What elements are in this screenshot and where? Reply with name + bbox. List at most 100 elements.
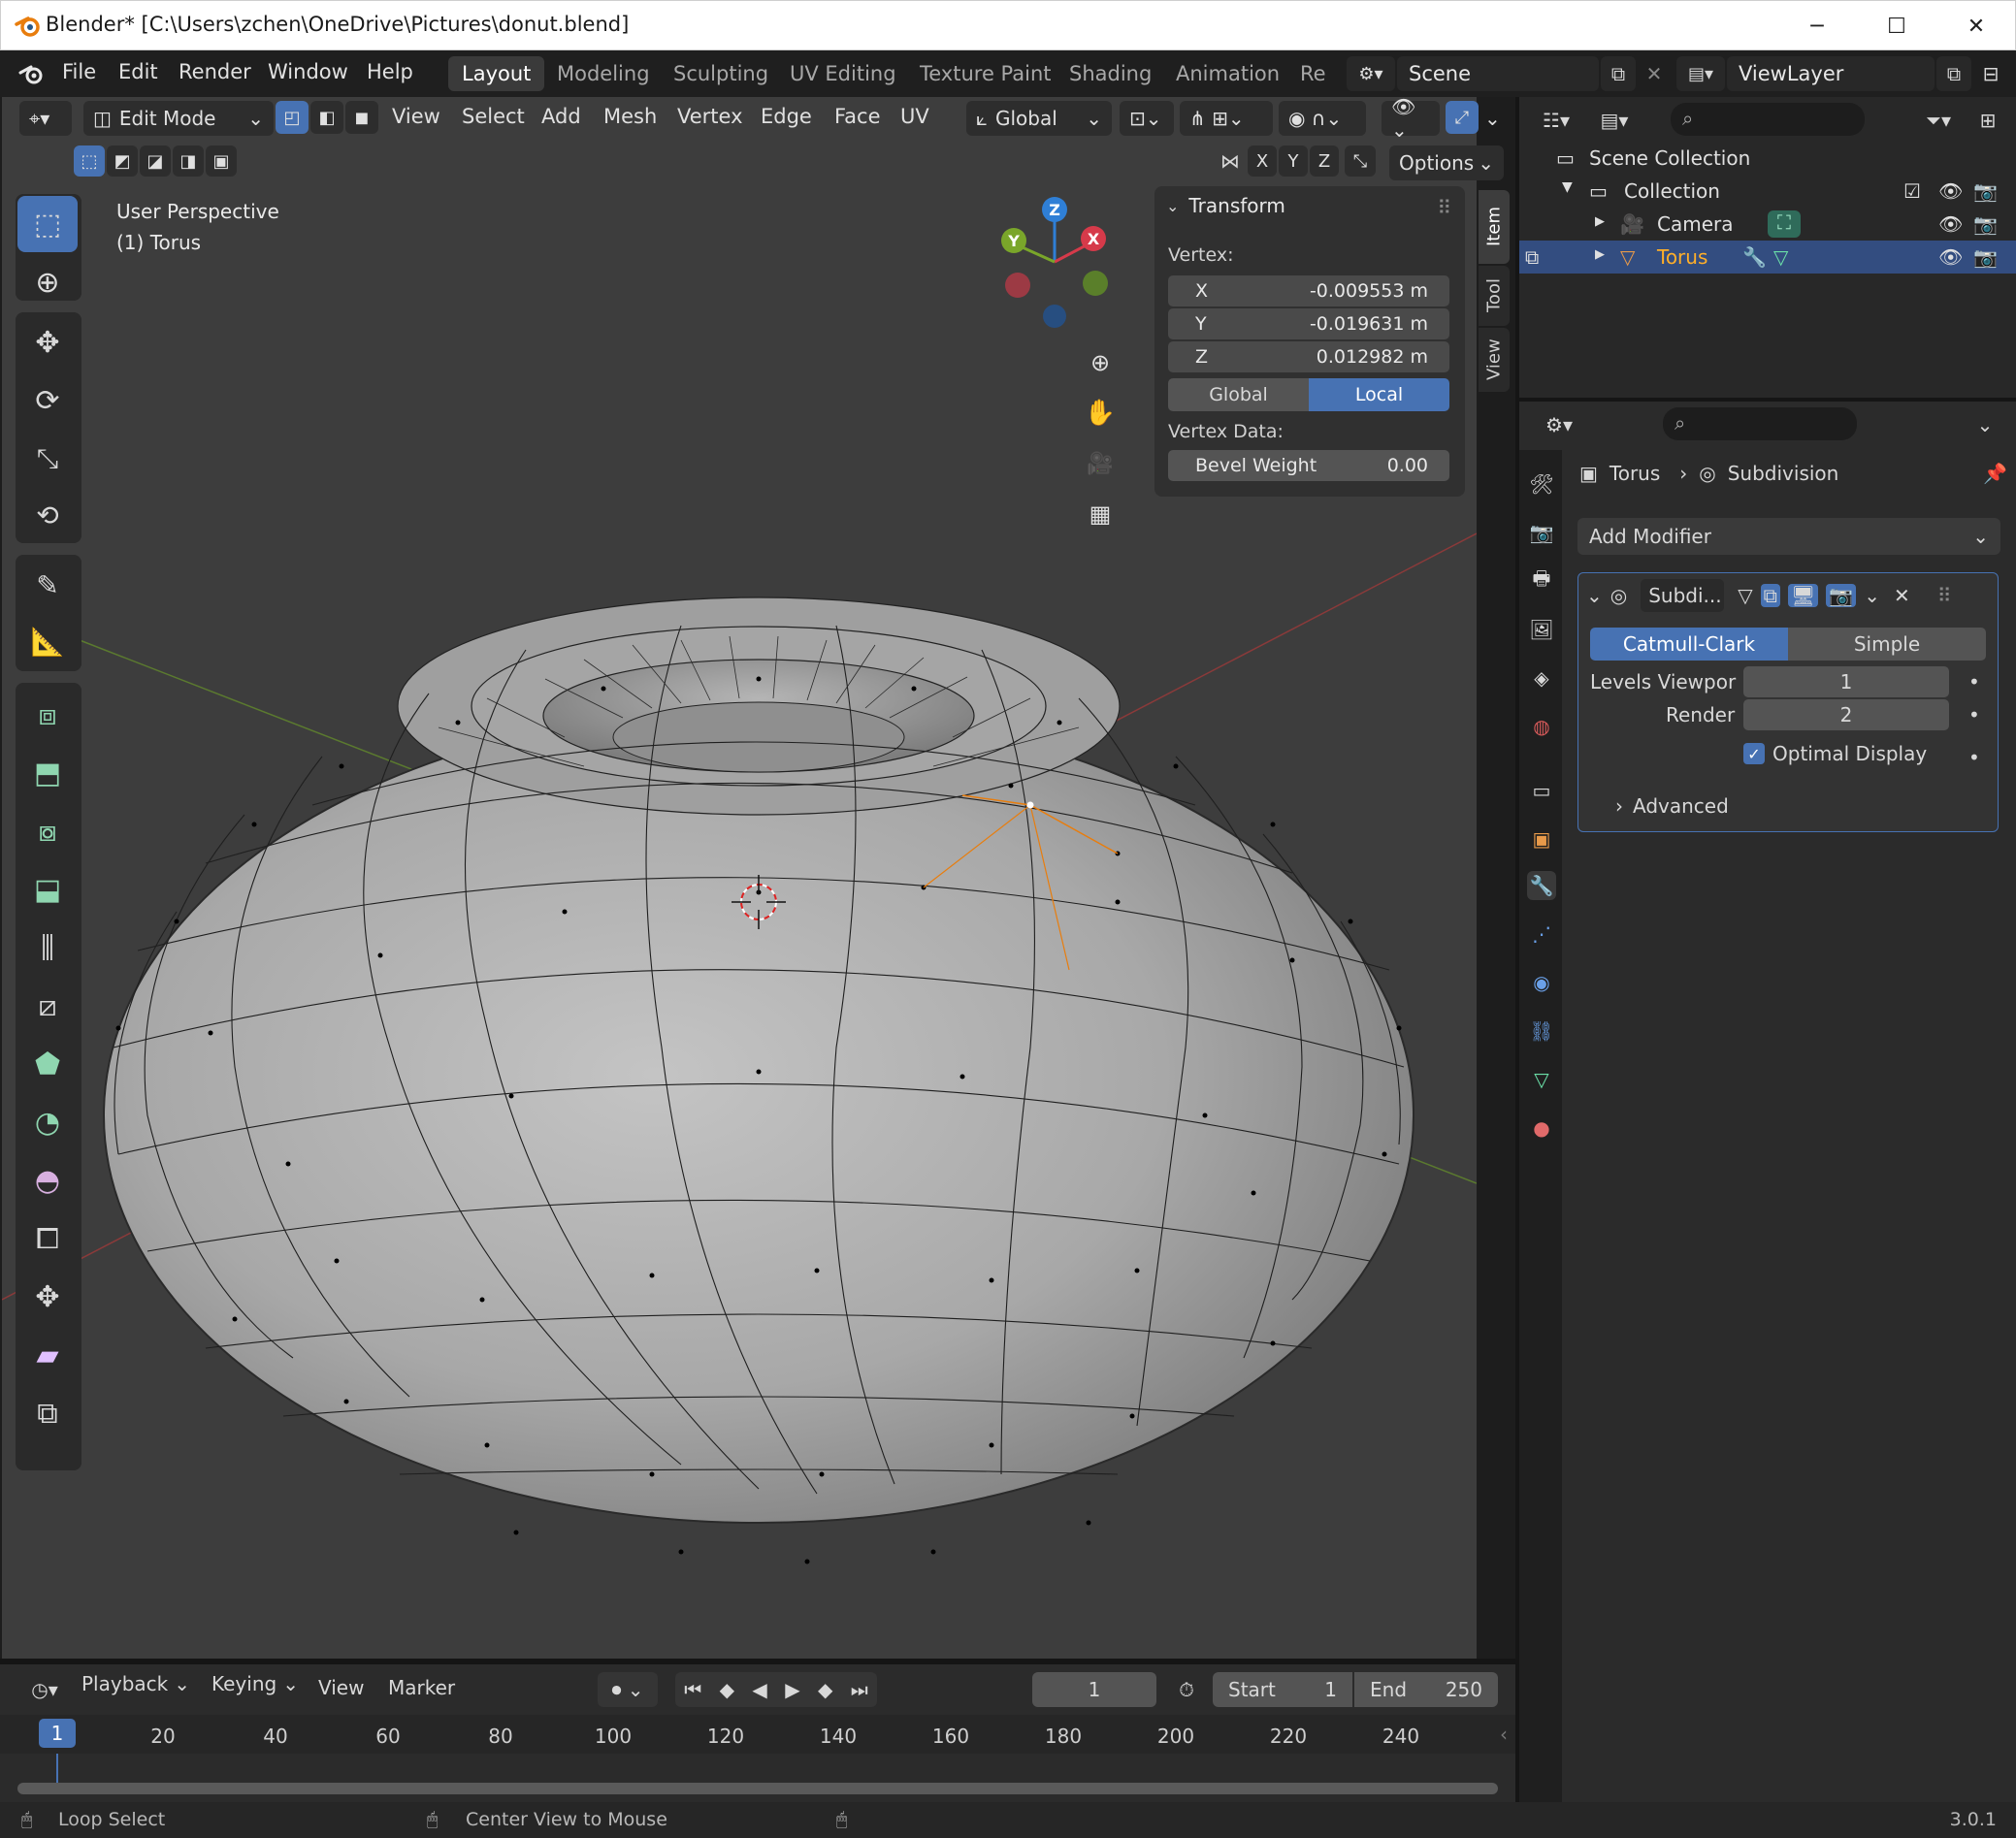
edge-select-mode-button[interactable]: ◧ (310, 101, 343, 134)
proportional-editing-controls[interactable]: ◉ ∩⌄ (1279, 101, 1366, 136)
expand-arrow-icon[interactable]: ▶ (1595, 247, 1605, 262)
tool-add-cube[interactable]: ⧈ (17, 687, 78, 743)
mirror-z-toggle[interactable]: Z (1310, 145, 1339, 177)
pin-icon[interactable]: 📌 (1983, 462, 2007, 485)
remove-view-layer-button[interactable]: ⊟ (1973, 56, 2008, 91)
simple-button[interactable]: Simple (1788, 628, 1986, 661)
outliner-editor-type-button[interactable]: ☷▾ (1531, 103, 1581, 138)
view-layer-selector-button[interactable]: ▤▾ (1676, 56, 1725, 91)
tool-select-box[interactable]: ⬚ (17, 196, 78, 252)
transform-orientation-selector[interactable]: ⟀ Global ⌄ (966, 101, 1112, 136)
tab-render-properties[interactable]: 📷 (1527, 518, 1556, 547)
keyframe-dot-icon[interactable]: • (1968, 703, 1980, 726)
tab-tool[interactable]: Tool (1479, 266, 1510, 326)
play-icon[interactable]: ▶ (785, 1678, 799, 1701)
eye-icon[interactable]: 👁 (1938, 245, 1963, 269)
levels-viewport-field[interactable]: 1 (1743, 666, 1949, 697)
face-select-mode-button[interactable]: ◼ (345, 101, 378, 134)
menu-view[interactable]: View (392, 105, 440, 128)
render-levels-field[interactable]: 2 (1743, 699, 1949, 730)
tool-measure[interactable]: 📐 (17, 613, 78, 669)
menu-face[interactable]: Face (834, 105, 881, 128)
timeline-scrollbar[interactable] (17, 1783, 1498, 1794)
playhead-frame[interactable]: 1 (39, 1719, 76, 1748)
tab-layout[interactable]: Layout (448, 56, 545, 91)
bevel-weight-field[interactable]: Bevel Weight 0.00 (1168, 450, 1449, 481)
chevron-down-icon[interactable]: ⌄ (1864, 584, 1880, 607)
transform-panel-header[interactable]: ⌄ Transform (1166, 194, 1285, 217)
properties-options-button[interactable]: ⌄ (1967, 407, 2002, 442)
marker-menu[interactable]: Marker (388, 1676, 455, 1699)
drag-handle-icon[interactable]: ⠿ (1937, 584, 1952, 607)
prev-keyframe-icon[interactable]: ◆ (720, 1678, 734, 1701)
tool-bevel[interactable]: ⬓ (17, 861, 78, 918)
tool-rip-region[interactable]: ⧉ (17, 1385, 78, 1441)
render-display-icon[interactable]: 📷 (1826, 584, 1857, 607)
tab-collection-properties[interactable]: ▭ (1527, 776, 1556, 805)
modifier-wrench-icon[interactable]: 🔧 (1742, 245, 1767, 269)
tab-object-properties[interactable]: ▣ (1527, 824, 1556, 854)
filter-button[interactable]: ⏷▾ (1913, 103, 1964, 138)
pivot-point-selector[interactable]: ⊡⌄ (1120, 101, 1174, 136)
new-view-layer-button[interactable]: ⧉ (1936, 56, 1971, 91)
outliner-search-input[interactable]: ⌕ (1671, 103, 1865, 136)
tool-scale[interactable]: ⤡ (17, 431, 78, 487)
start-frame-field[interactable]: Start 1 (1213, 1672, 1352, 1707)
tab-particles-properties[interactable]: ⋰ (1527, 919, 1556, 949)
tool-shrink-fatten[interactable]: ✥ (17, 1269, 78, 1325)
mode-selector[interactable]: ◫ Edit Mode ⌄ (83, 101, 274, 136)
tool-spin[interactable]: ◔ (17, 1094, 78, 1150)
mesh-data-icon[interactable]: ▽ (1773, 245, 1788, 269)
tab-uv-editing[interactable]: UV Editing (776, 56, 910, 91)
mirror-x-toggle[interactable]: X (1248, 145, 1277, 177)
keyframe-dot-icon[interactable]: • (1968, 670, 1980, 693)
menu-help[interactable]: Help (367, 60, 413, 83)
properties-search-input[interactable]: ⌕ (1663, 407, 1857, 440)
timeline-view-menu[interactable]: View (318, 1676, 364, 1699)
playback-menu[interactable]: Playback ⌄ (81, 1672, 190, 1695)
delete-scene-button[interactable]: ✕ (1638, 56, 1671, 91)
tab-modifier-properties[interactable]: 🔧 (1527, 871, 1556, 900)
modifier-name-field[interactable]: Subdi... (1641, 579, 1725, 612)
editor-type-button[interactable]: ⌖▾ (19, 101, 72, 136)
menu-select[interactable]: Select (462, 105, 525, 128)
outliner-row-scene-collection[interactable]: ▭ Scene Collection (1519, 142, 2016, 175)
collapse-chevron-icon[interactable]: ⌄ (1586, 584, 1603, 607)
vertex-y-field[interactable]: Y -0.019631 m (1168, 308, 1449, 339)
outliner-row-torus[interactable]: ⧉ ▶ ▽ Torus 🔧 ▽ 👁 📷 (1519, 241, 2016, 274)
camera-view-button[interactable]: 🎥 (1079, 442, 1122, 485)
use-preview-range-button[interactable]: ⏱ (1164, 1672, 1209, 1707)
render-camera-icon[interactable]: 📷 (1973, 179, 1998, 203)
frame-ruler[interactable]: 1 20 40 60 80 100 120 140 160 180 200 22… (0, 1715, 1515, 1754)
select-extend-button[interactable]: ◩ (107, 145, 138, 177)
tab-constraints-properties[interactable]: ⛓ (1527, 1016, 1556, 1046)
vertex-z-field[interactable]: Z 0.012982 m (1168, 341, 1449, 372)
tab-sculpting[interactable]: Sculpting (660, 56, 782, 91)
cage-display-icon[interactable]: ⧉ (1760, 584, 1780, 607)
scene-selector-button[interactable]: ⚙▾ (1347, 56, 1395, 91)
tab-item[interactable]: Item (1479, 190, 1510, 264)
tab-view-layer-properties[interactable]: 🖼 (1527, 615, 1556, 644)
tool-shear[interactable]: ▰ (17, 1327, 78, 1383)
expand-arrow-icon[interactable]: ▶ (1595, 214, 1605, 229)
end-frame-field[interactable]: End 250 (1354, 1672, 1498, 1707)
tab-animation[interactable]: Animation (1162, 56, 1293, 91)
camera-data-icon[interactable]: ⛶ (1768, 210, 1801, 238)
global-button[interactable]: Global (1168, 378, 1309, 411)
catmull-clark-button[interactable]: Catmull-Clark (1590, 628, 1788, 661)
eye-icon[interactable]: 👁 (1938, 212, 1963, 236)
tool-annotate[interactable]: ✎ (17, 557, 78, 613)
jump-end-icon[interactable]: ⏭ (851, 1678, 868, 1701)
display-mode-button[interactable]: ▤▾ (1589, 103, 1640, 138)
menu-mesh[interactable]: Mesh (603, 105, 657, 128)
expand-arrow-icon[interactable]: ▼ (1562, 179, 1573, 195)
current-frame-field[interactable]: 1 (1032, 1672, 1156, 1707)
tool-edge-slide[interactable]: ⧠ (17, 1210, 78, 1267)
render-camera-icon[interactable]: 📷 (1973, 245, 1998, 269)
snapping-controls[interactable]: ⋔ ⊞⌄ (1180, 101, 1273, 136)
advanced-subpanel-header[interactable]: › Advanced (1615, 794, 1729, 818)
tool-cursor[interactable]: ⊕ (17, 254, 78, 310)
timeline-area[interactable]: 1 20 40 60 80 100 120 140 160 180 200 22… (0, 1715, 1515, 1802)
drag-handle-icon[interactable]: ⠿ (1437, 196, 1451, 219)
torus-body[interactable] (103, 707, 1414, 1524)
